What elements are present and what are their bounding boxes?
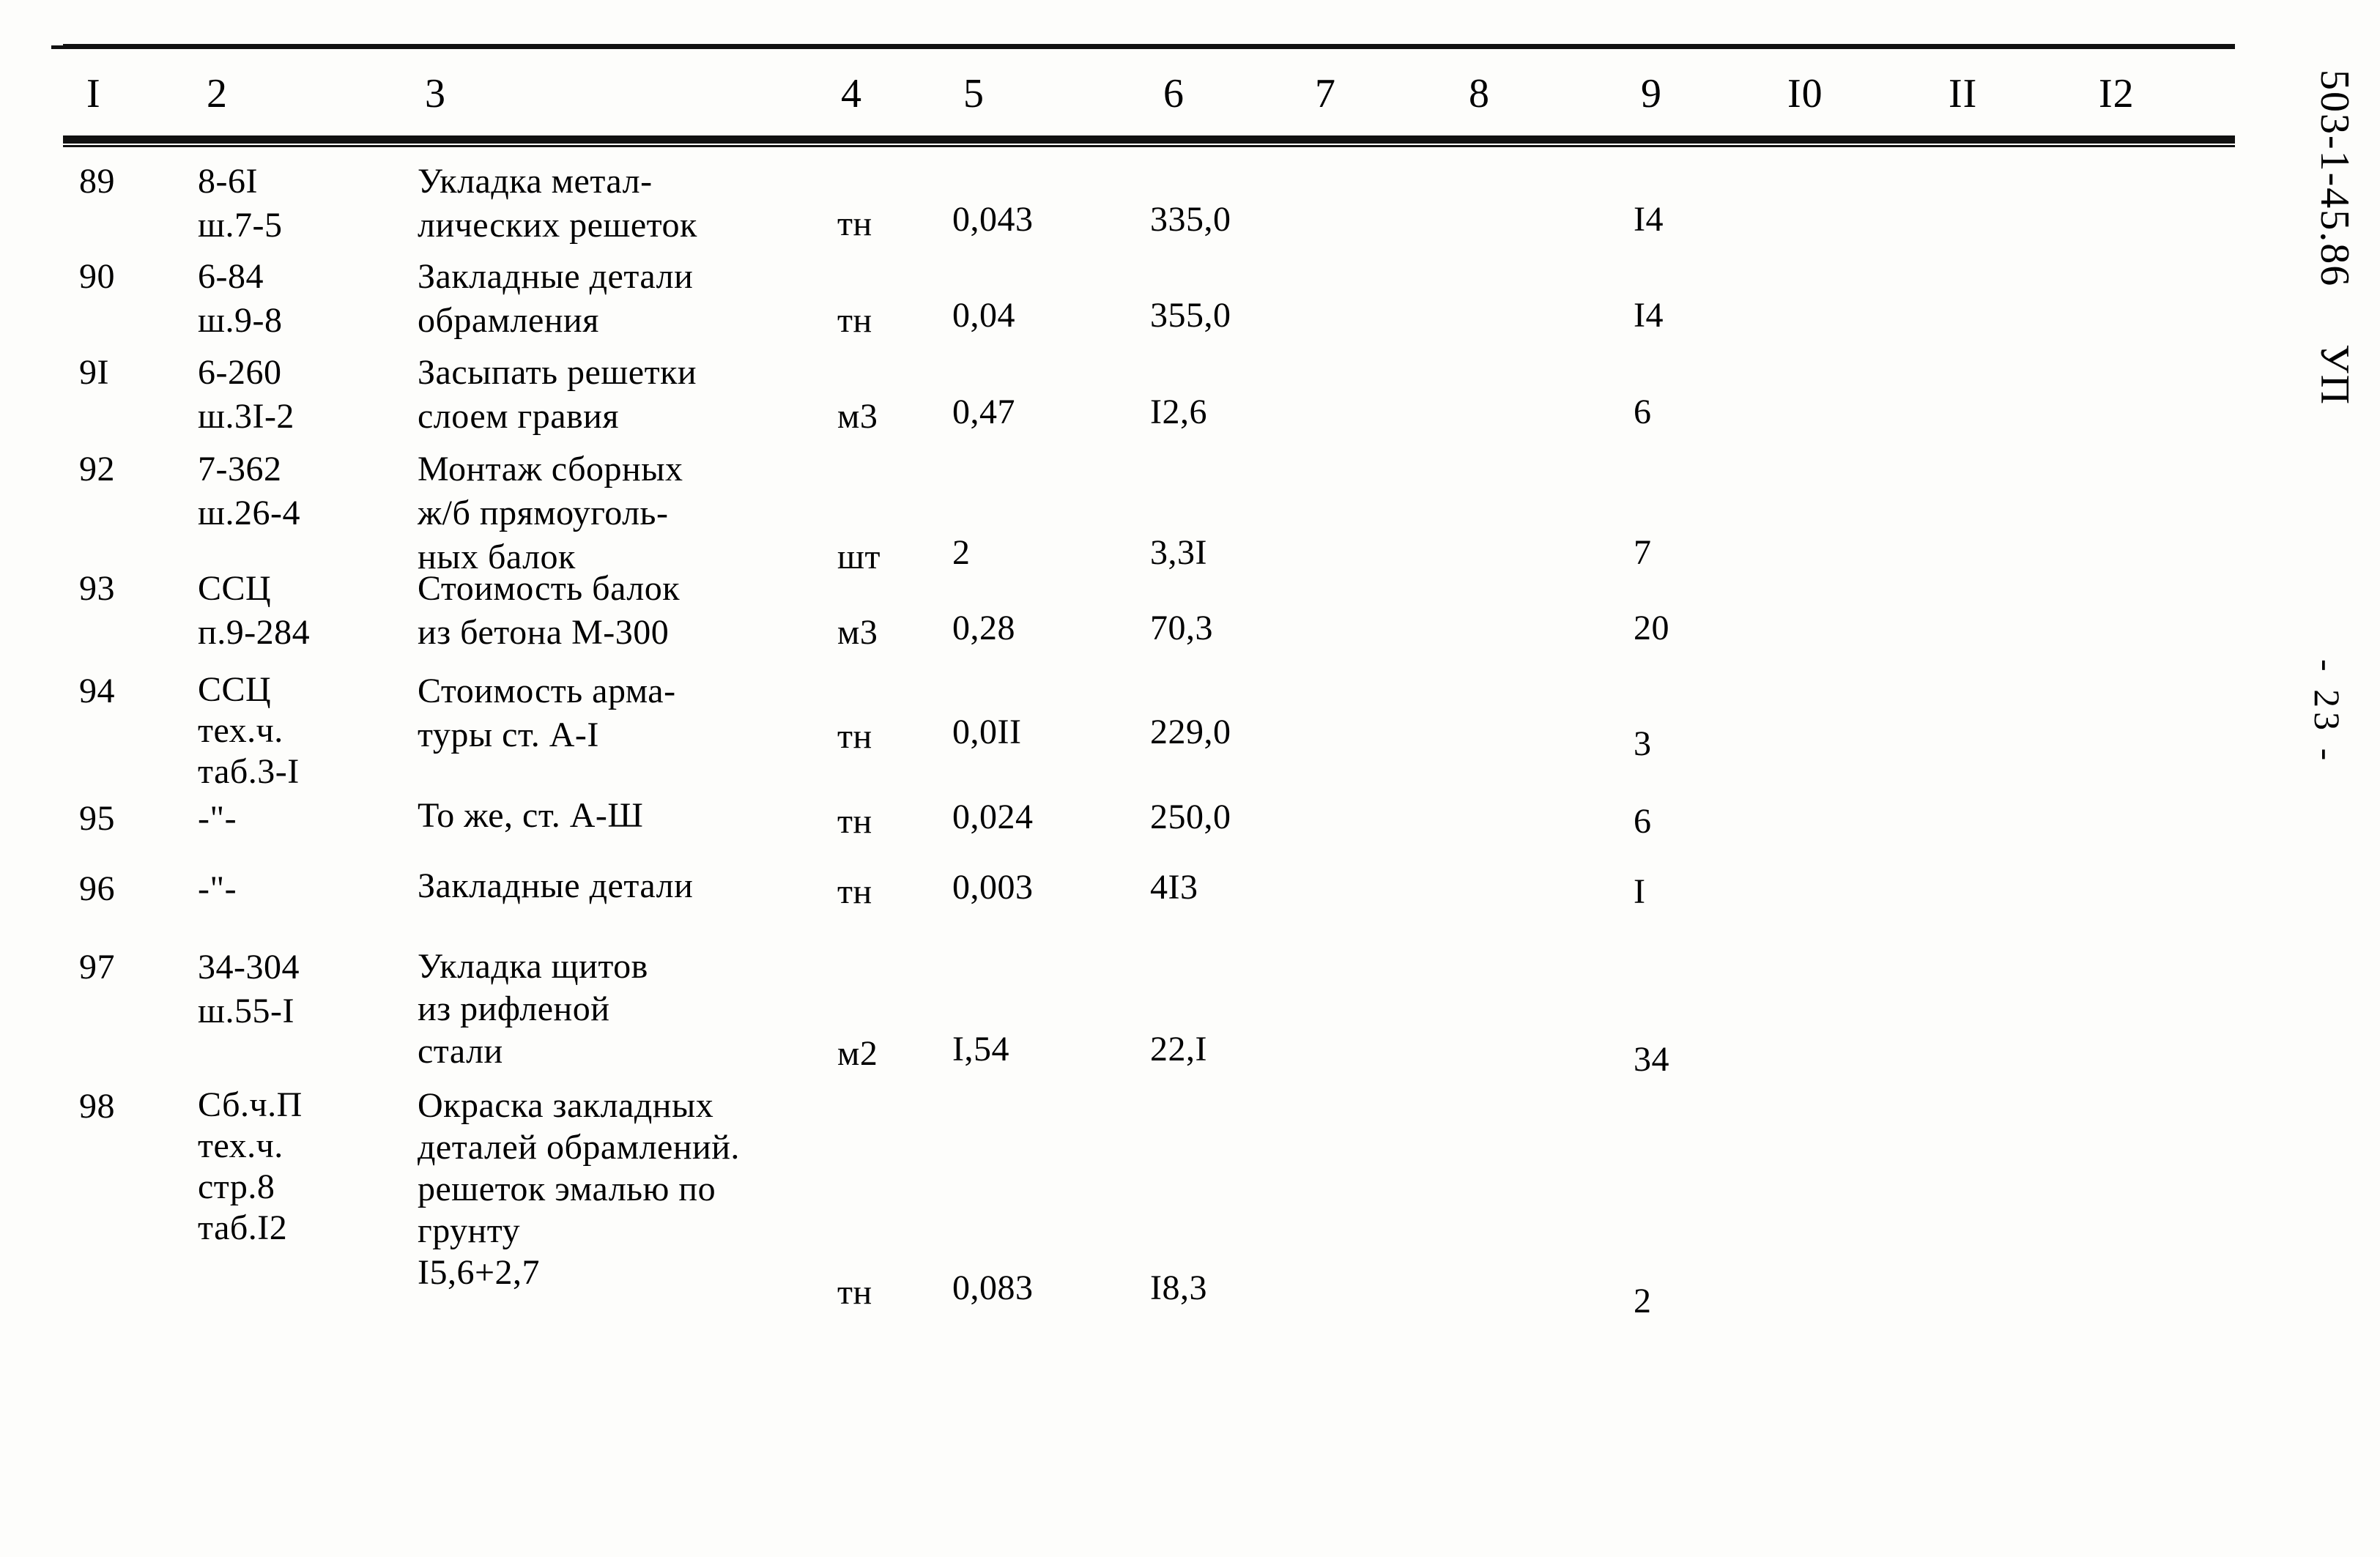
column-header-6: 6: [1163, 71, 1185, 116]
table-row: 97 34-304 ш.55-I Укладка щитов из рифлен…: [0, 940, 2380, 1080]
table-row: 95 -"- То же, ст. А-Ш тн 0,024 250,0 6: [0, 789, 2380, 863]
table-header-rule: [63, 135, 2235, 147]
row-description: Монтаж сборных ж/б прямоуголь- ных балок: [418, 450, 683, 576]
row-position: 97: [79, 948, 115, 986]
row-col9: 34: [1634, 1040, 1669, 1079]
table-row: 98 Сб.ч.П тех.ч. стр.8 таб.I2 Окраска за…: [0, 1080, 2380, 1320]
row-col9: 6: [1634, 393, 1652, 431]
row-price: 22,I: [1150, 1030, 1207, 1069]
row-code: -"-: [198, 799, 237, 838]
row-price: I2,6: [1150, 393, 1207, 431]
column-header-8: 8: [1469, 71, 1490, 116]
row-code: -"-: [198, 869, 237, 908]
row-col9: I: [1634, 872, 1646, 911]
row-unit: тн: [837, 1273, 872, 1312]
row-quantity: 0,043: [952, 200, 1034, 239]
row-code: 8-6I ш.7-5: [198, 162, 283, 245]
row-col9: I4: [1634, 200, 1664, 239]
row-description: Укладка щитов из рифленой стали: [418, 947, 648, 1071]
row-code: Сб.ч.П тех.ч. стр.8 таб.I2: [198, 1085, 303, 1247]
column-header-5: 5: [963, 71, 985, 116]
table-row: 96 -"- Закладные детали тн 0,003 4I3 I: [0, 863, 2380, 940]
row-quantity: 0,47: [952, 393, 1015, 431]
row-position: 92: [79, 450, 115, 488]
row-description: Засыпать решетки слоем гравия: [418, 353, 697, 436]
row-price: 229,0: [1150, 713, 1231, 751]
table-top-rule: [51, 44, 2235, 49]
row-quantity: I,54: [952, 1030, 1009, 1069]
row-unit: м3: [837, 613, 878, 652]
row-quantity: 0,083: [952, 1268, 1034, 1307]
estimate-table: 89 8-6I ш.7-5 Укладка метал- лических ре…: [0, 144, 2380, 1320]
row-unit: тн: [837, 717, 872, 756]
row-description: Стоимость балок из бетона М-300: [418, 569, 681, 652]
table-row: 93 ССЦ п.9-284 Стоимость балок из бетона…: [0, 562, 2380, 665]
row-price: 355,0: [1150, 296, 1231, 335]
row-code: 6-260 ш.3I-2: [198, 353, 294, 436]
row-price: 335,0: [1150, 200, 1231, 239]
column-header-3: 3: [425, 71, 446, 116]
row-price: 70,3: [1150, 609, 1213, 647]
column-header-10: I0: [1787, 71, 1823, 116]
row-description: Закладные детали: [418, 866, 694, 905]
row-col9: 2: [1634, 1282, 1652, 1320]
row-unit: м3: [837, 397, 878, 436]
row-position: 95: [79, 799, 115, 838]
row-position: 96: [79, 869, 115, 908]
row-description: Окраска закладных деталей обрамлений. ре…: [418, 1086, 740, 1292]
row-description: Стоимость арма- туры ст. А-I: [418, 672, 676, 754]
table-row: 9I 6-260 ш.3I-2 Засыпать решетки слоем г…: [0, 345, 2380, 442]
table-row: 90 6-84 ш.9-8 Закладные детали обрамлени…: [0, 248, 2380, 345]
row-unit: тн: [837, 872, 872, 911]
row-position: 90: [79, 257, 115, 296]
row-description: Закладные детали обрамления: [418, 257, 694, 340]
row-quantity: 0,024: [952, 798, 1034, 836]
row-unit: м2: [837, 1034, 878, 1073]
scanned-page: I 2 3 4 5 6 7 8 9 I0 II I2 89 8-6I ш.7-5…: [0, 0, 2380, 1557]
row-quantity: 0,0II: [952, 713, 1022, 751]
row-position: 89: [79, 162, 115, 201]
document-code: 503-1-45.86: [2312, 70, 2357, 288]
row-unit: тн: [837, 301, 872, 340]
row-description: Укладка метал- лических решеток: [418, 162, 697, 245]
row-quantity: 0,04: [952, 296, 1015, 335]
column-header-1: I: [86, 71, 101, 116]
row-price: I8,3: [1150, 1268, 1207, 1307]
row-col9: I4: [1634, 296, 1664, 335]
row-position: 9I: [79, 353, 109, 392]
column-header-11: II: [1949, 71, 1978, 116]
table-row: 94 ССЦ тех.ч. таб.3-I Стоимость арма- ту…: [0, 665, 2380, 791]
row-col9: 20: [1634, 609, 1669, 647]
table-row: 92 7-362 ш.26-4 Монтаж сборных ж/б прямо…: [0, 442, 2380, 576]
row-description: То же, ст. А-Ш: [418, 796, 644, 835]
row-code: 7-362 ш.26-4: [198, 450, 300, 532]
column-header-12: I2: [2099, 71, 2135, 116]
table-row: 89 8-6I ш.7-5 Укладка метал- лических ре…: [0, 144, 2380, 248]
column-header-4: 4: [841, 71, 862, 116]
row-position: 94: [79, 672, 115, 710]
page-number: - 23 -: [2307, 659, 2348, 765]
row-price: 250,0: [1150, 798, 1231, 836]
row-code: ССЦ тех.ч. таб.3-I: [198, 670, 300, 791]
document-sheet: УП: [2312, 344, 2357, 406]
row-position: 98: [79, 1087, 115, 1126]
row-code: 6-84 ш.9-8: [198, 257, 283, 340]
row-price: 4I3: [1150, 868, 1198, 907]
row-unit: тн: [837, 802, 872, 841]
row-col9: 6: [1634, 802, 1652, 841]
row-quantity: 0,28: [952, 609, 1015, 647]
row-code: ССЦ п.9-284: [198, 569, 311, 652]
row-col9: 3: [1634, 724, 1652, 763]
row-code: 34-304 ш.55-I: [198, 948, 300, 1030]
row-quantity: 0,003: [952, 868, 1034, 907]
column-header-2: 2: [207, 71, 228, 116]
column-header-9: 9: [1641, 71, 1662, 116]
row-unit: тн: [837, 204, 872, 243]
row-position: 93: [79, 569, 115, 608]
column-header-7: 7: [1315, 71, 1336, 116]
